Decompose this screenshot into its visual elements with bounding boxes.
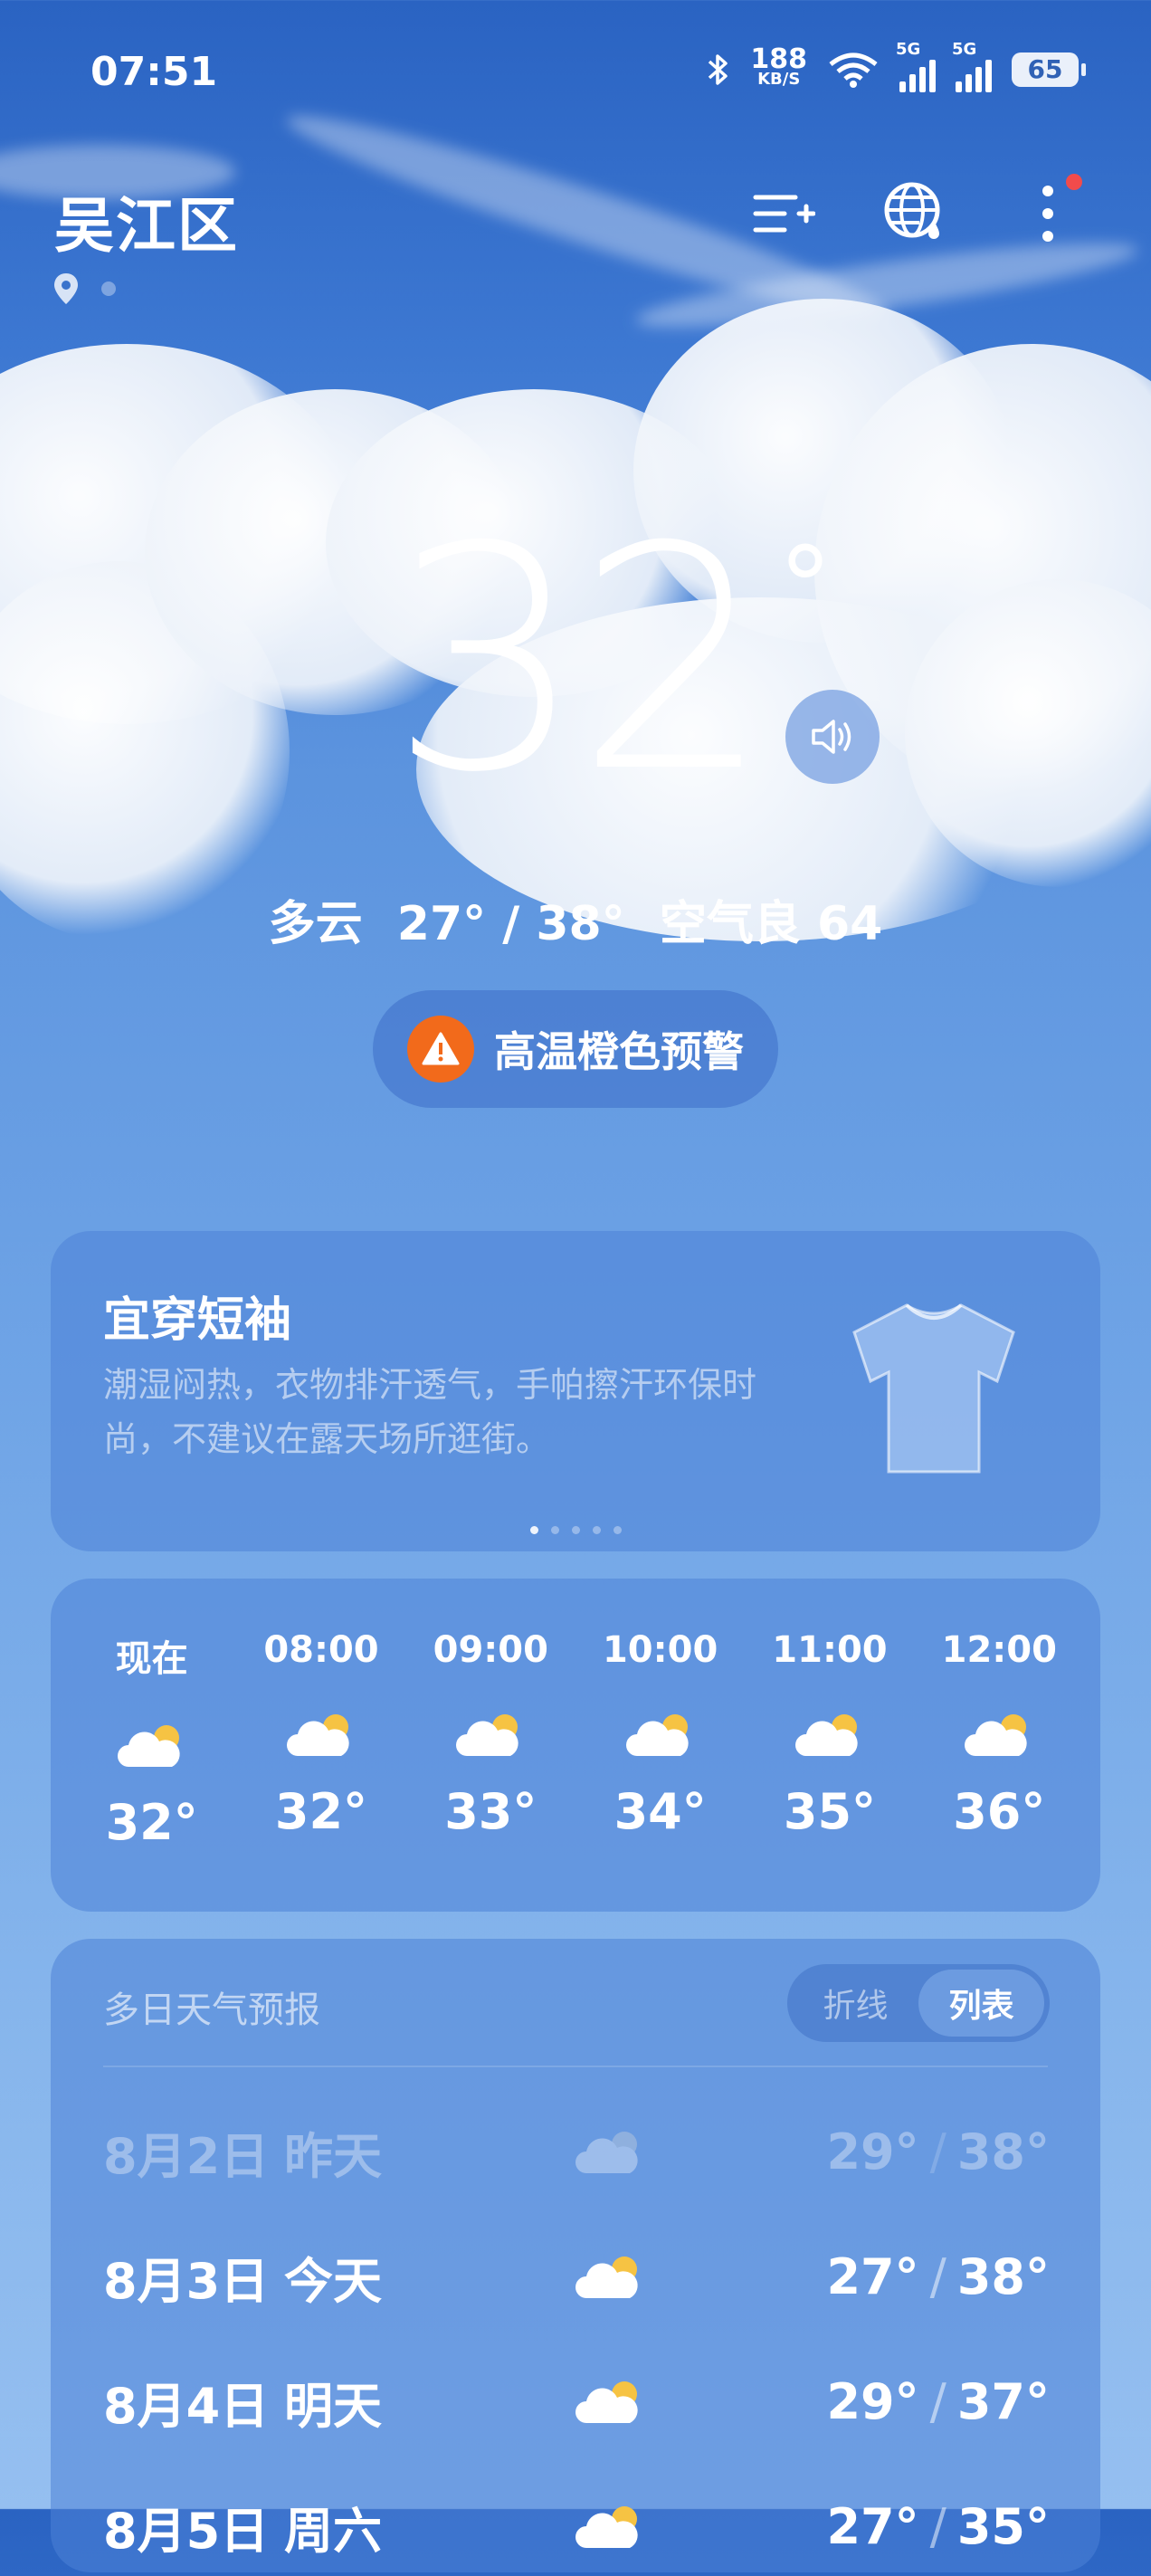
more-vertical-icon bbox=[1042, 186, 1053, 242]
notification-dot bbox=[1066, 174, 1082, 190]
partly-cloudy-icon bbox=[576, 2381, 638, 2423]
hourly-forecast-card[interactable]: 现在 32° 08:00 32° 09:00 33° 10:00 34° 11:… bbox=[51, 1579, 1100, 1912]
location-pager bbox=[52, 272, 116, 306]
forecast-row[interactable]: 8月3日 今天 27°/38° bbox=[103, 2227, 1050, 2326]
forecast-title: 多日天气预报 bbox=[103, 1989, 320, 2031]
globe-rain-icon bbox=[884, 182, 940, 239]
degree-symbol: ° bbox=[778, 525, 832, 651]
hour-item: 08:00 32° bbox=[263, 1629, 379, 1840]
partly-cloudy-icon bbox=[794, 1714, 858, 1756]
signal-sim1-icon: 5G bbox=[896, 40, 936, 92]
temperature-range: 27° / 38° bbox=[396, 897, 625, 951]
partly-cloudy-icon bbox=[625, 1714, 689, 1756]
toggle-list[interactable]: 列表 bbox=[918, 1970, 1044, 2037]
air-quality[interactable]: 空气良 64 bbox=[660, 897, 882, 951]
daily-forecast-card[interactable]: 多日天气预报 折线 列表 8月2日 昨天 29°/38° 8月3日 今天 27°… bbox=[51, 1939, 1100, 2572]
hour-item: 11:00 35° bbox=[772, 1629, 888, 1840]
weather-summary: 多云 27° / 38° 空气良 64 bbox=[0, 885, 1151, 953]
hour-item: 09:00 33° bbox=[433, 1629, 548, 1840]
voice-broadcast-button[interactable] bbox=[785, 690, 880, 784]
hour-item: 10:00 34° bbox=[602, 1629, 718, 1840]
forecast-view-toggle[interactable]: 折线 列表 bbox=[787, 1964, 1050, 2042]
alert-text: 高温橙色预警 bbox=[494, 1027, 744, 1076]
warning-icon bbox=[407, 1016, 474, 1083]
global-weather-button[interactable] bbox=[880, 177, 952, 250]
hour-item: 现在 32° bbox=[105, 1638, 198, 1851]
add-city-button[interactable] bbox=[747, 177, 820, 250]
partly-cloudy-icon bbox=[576, 2256, 638, 2298]
page-dot bbox=[101, 281, 116, 296]
divider bbox=[103, 2066, 1048, 2067]
bluetooth-icon bbox=[709, 54, 728, 85]
weather-alert-button[interactable]: 高温橙色预警 bbox=[373, 990, 778, 1108]
forecast-row[interactable]: 8月2日 昨天 29°/38° bbox=[103, 2102, 1050, 2201]
condition-text: 多云 bbox=[268, 897, 363, 951]
city-name[interactable]: 吴江区 bbox=[54, 177, 239, 264]
clothing-title: 宜穿短袖 bbox=[103, 1293, 292, 1348]
city-list-add-icon bbox=[753, 195, 815, 233]
clothing-description: 潮湿闷热，衣物排汗透气，手帕擦汗环保时尚，不建议在露天场所逛街。 bbox=[103, 1365, 757, 1459]
status-bar: 07:51 188 KB/S 5G 5G 65 bbox=[0, 0, 1151, 145]
forecast-row[interactable]: 8月5日 周六 27°/35° bbox=[103, 2476, 1050, 2576]
partly-cloudy-icon bbox=[576, 2506, 638, 2548]
forecast-row[interactable]: 8月4日 明天 29°/37° bbox=[103, 2352, 1050, 2451]
network-speed: 188 KB/S bbox=[750, 43, 807, 90]
partly-cloudy-icon bbox=[456, 1714, 518, 1756]
partly-cloudy-icon bbox=[576, 2132, 638, 2173]
toggle-line-chart[interactable]: 折线 bbox=[793, 1970, 918, 2037]
partly-cloudy-icon bbox=[965, 1714, 1027, 1756]
card-pager bbox=[51, 1526, 1100, 1534]
speaker-icon bbox=[812, 720, 851, 754]
battery-indicator: 65 bbox=[1012, 52, 1086, 87]
partly-cloudy-icon bbox=[286, 1714, 349, 1756]
clothing-advice-card[interactable]: 宜穿短袖 潮湿闷热，衣物排汗透气，手帕擦汗环保时尚，不建议在露天场所逛街。 bbox=[51, 1231, 1100, 1551]
location-pin-icon bbox=[54, 273, 78, 304]
signal-sim2-icon: 5G bbox=[952, 40, 992, 92]
hour-item: 12:00 36° bbox=[941, 1629, 1057, 1840]
tshirt-icon bbox=[852, 1303, 1015, 1474]
status-time: 07:51 bbox=[90, 49, 218, 95]
wifi-icon bbox=[829, 52, 878, 88]
more-options-button[interactable] bbox=[1012, 174, 1084, 250]
current-temperature: 32 bbox=[389, 482, 772, 840]
partly-cloudy-icon bbox=[117, 1725, 180, 1767]
